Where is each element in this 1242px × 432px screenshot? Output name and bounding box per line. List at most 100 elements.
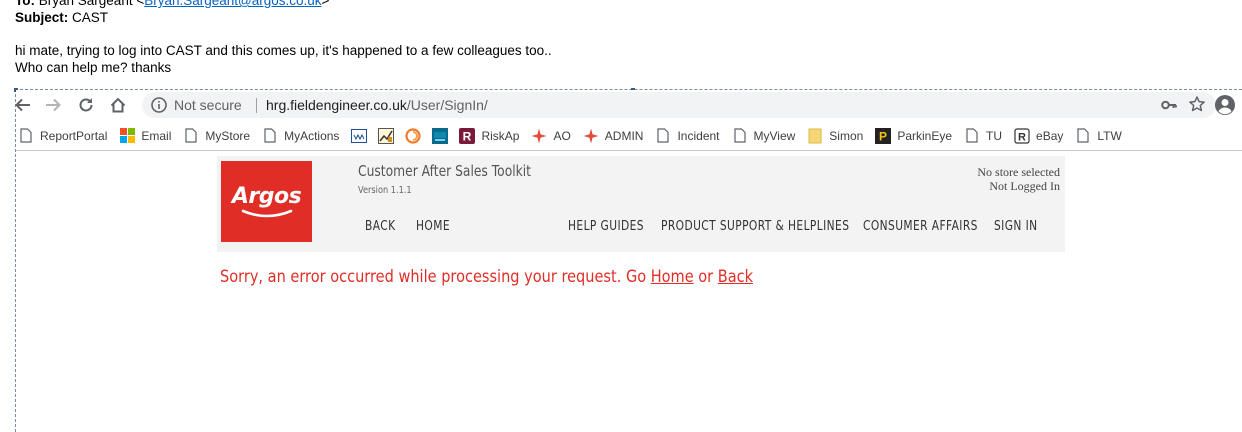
browser-toolbar: Not secure hrg.fieldengineer.co.uk/User/… (15, 90, 1242, 120)
bookmark-label: RiskAp (481, 128, 520, 143)
security-status: Not secure (174, 97, 242, 113)
forward-icon[interactable] (42, 94, 64, 116)
bookmark-ebay[interactable]: R eBay (1014, 125, 1063, 147)
bookmark-label: MyStore (205, 128, 251, 143)
bookmark-label: ParkinEye (897, 128, 953, 143)
bookmark-admin[interactable]: ADMIN (583, 125, 644, 147)
svg-text:R: R (463, 129, 472, 143)
page-icon (183, 128, 199, 144)
bookmark-myview[interactable]: MyView (732, 125, 796, 147)
bookmark-email[interactable]: Email (119, 125, 171, 147)
bookmark-reportportal[interactable]: ReportPortal (18, 125, 107, 147)
site-title: Customer After Sales Toolkit (358, 162, 532, 180)
url-host: hrg.fieldengineer.co.uk (266, 97, 407, 113)
bookmark-swirl[interactable] (405, 125, 422, 147)
to-label: To: (15, 0, 35, 8)
bookmark-label: ReportPortal (40, 128, 108, 143)
chart-icon (378, 127, 395, 144)
session-status: No store selected Not Logged In (977, 165, 1060, 193)
bookmark-label: LTW (1097, 128, 1122, 143)
to-email-link[interactable]: Bryan.Sargeant@argos.co.uk (144, 0, 321, 8)
page-icon (262, 128, 278, 144)
email-subject-row: Subject: CAST (15, 9, 1215, 26)
address-bar[interactable]: Not secure hrg.fieldengineer.co.uk/User/… (142, 92, 1216, 118)
logo-text: Argos (231, 183, 302, 209)
bookmark-label: ADMIN (604, 128, 644, 143)
bookmark-ipsos[interactable] (432, 125, 449, 147)
info-icon[interactable] (150, 96, 168, 114)
svg-text:P: P (879, 129, 887, 143)
bookmark-ao[interactable]: AO (531, 125, 571, 147)
page-icon (18, 128, 34, 144)
login-status: Not Logged In (989, 179, 1060, 193)
bookmark-label: MyView (753, 128, 796, 143)
bookmark-riskap[interactable]: R RiskAp (459, 125, 519, 147)
bookmark-swl[interactable] (351, 125, 368, 147)
to-name: Bryan Sargeant < (38, 0, 145, 8)
url-path: /User/SignIn/ (406, 97, 488, 113)
star-icon[interactable] (1188, 95, 1206, 113)
email-body-line: hi mate, trying to log into CAST and thi… (15, 43, 552, 58)
nav-consumer-affairs[interactable]: CONSUMER AFFAIRS (863, 219, 978, 234)
bookmark-simon[interactable]: Simon (807, 125, 863, 147)
error-back-link[interactable]: Back (718, 267, 753, 287)
bookmark-label: TU (986, 128, 1003, 143)
nav-help-guides[interactable]: HELP GUIDES (568, 219, 644, 234)
email-message: To: Bryan Sargeant <Bryan.Sargeant@argos… (15, 0, 1215, 76)
bookmark-ltw[interactable]: LTW (1075, 125, 1122, 147)
ipsos-icon (432, 127, 449, 144)
bookmark-label: AO (553, 128, 571, 143)
error-home-link[interactable]: Home (651, 267, 694, 287)
nav-sign-in[interactable]: SIGN IN (994, 219, 1038, 234)
error-or: or (693, 267, 718, 287)
r-outline-icon: R (1014, 127, 1030, 144)
svg-text:R: R (1018, 131, 1026, 143)
store-status: No store selected (977, 165, 1060, 179)
site-version: Version 1.1.1 (358, 185, 412, 196)
address-separator (256, 98, 257, 113)
nav-back[interactable]: BACK (365, 219, 395, 234)
argos-logo[interactable]: Argos (221, 161, 312, 242)
bookmark-label: Incident (677, 128, 720, 143)
r-icon: R (459, 127, 476, 144)
bookmark-chart[interactable] (378, 125, 395, 147)
page-icon (732, 128, 748, 144)
page-icon (1075, 128, 1091, 144)
nav-product-support[interactable]: PRODUCT SUPPORT & HELPLINES (661, 219, 849, 234)
microsoft-icon (119, 128, 135, 144)
nav-home[interactable]: HOME (416, 219, 450, 234)
subject-label: Subject: (15, 10, 69, 25)
page-icon (655, 128, 671, 144)
bookmark-mystore[interactable]: MyStore (183, 125, 250, 147)
bookmark-tu[interactable]: TU (964, 125, 1002, 147)
error-text: Sorry, an error occurred while processin… (220, 267, 651, 287)
key-icon[interactable] (1160, 96, 1178, 114)
to-close: > (321, 0, 330, 8)
swirl-icon (405, 127, 422, 144)
account-icon[interactable] (1214, 94, 1236, 116)
swl-icon (351, 128, 368, 144)
bookmark-incident[interactable]: Incident (655, 125, 720, 147)
error-message: Sorry, an error occurred while processin… (220, 267, 753, 287)
bookmark-label: eBay (1036, 128, 1064, 143)
page-icon (964, 128, 980, 144)
bookmark-myactions[interactable]: MyActions (262, 125, 339, 147)
bookmark-label: MyActions (284, 128, 340, 143)
bookmark-label: Email (141, 128, 172, 143)
sparkle-icon (531, 128, 547, 144)
folder-icon (807, 128, 823, 144)
bookmark-label: Simon (829, 128, 864, 143)
logo-smile-icon (241, 209, 292, 217)
home-icon[interactable] (107, 94, 129, 116)
reload-icon[interactable] (75, 94, 97, 116)
bookmarks-bar: ReportPortal Email MyStore MyActions R R… (16, 121, 1242, 151)
url-text[interactable]: hrg.fieldengineer.co.uk/User/SignIn/ (266, 97, 488, 113)
email-body-line: Who can help me? thanks (15, 60, 172, 75)
subject-value: CAST (72, 10, 109, 25)
sparkle-icon (583, 128, 599, 144)
bookmark-parkineye[interactable]: P ParkinEye (875, 125, 952, 147)
email-to-row: To: Bryan Sargeant <Bryan.Sargeant@argos… (15, 0, 1215, 9)
parking-icon: P (875, 127, 892, 144)
site-header: Argos Customer After Sales Toolkit Versi… (217, 156, 1065, 252)
back-icon[interactable] (12, 94, 34, 116)
